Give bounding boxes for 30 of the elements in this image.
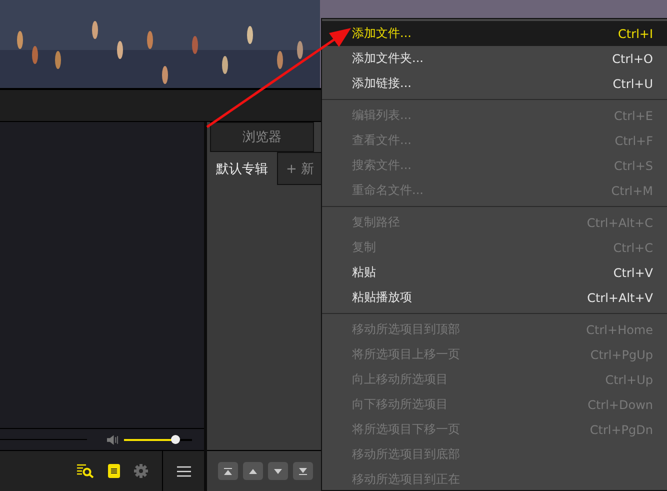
menu-icon[interactable] xyxy=(176,466,190,476)
triangle-up-icon xyxy=(249,468,257,474)
list-search-icon[interactable] xyxy=(77,464,94,478)
move-top-icon xyxy=(224,468,232,474)
volume-icon[interactable] xyxy=(106,434,118,444)
move-top-button[interactable] xyxy=(218,462,238,480)
playlist-tab[interactable]: + 新 xyxy=(277,152,324,185)
menu-item[interactable]: 添加文件... Ctrl+I xyxy=(322,21,667,46)
settings-icon[interactable] xyxy=(134,464,148,478)
move-down-button[interactable] xyxy=(268,462,288,480)
menu-item-label: 添加文件夹... xyxy=(352,50,424,67)
browser-tab[interactable]: 浏览器 xyxy=(210,122,314,152)
shortcut-label: Ctrl+O xyxy=(612,52,653,66)
move-up-button[interactable] xyxy=(243,462,263,480)
note-icon[interactable] xyxy=(108,464,120,478)
menu-item-label: 粘贴 xyxy=(352,264,376,281)
menu-item-label: 粘贴播放项 xyxy=(352,289,412,306)
triangle-down-icon xyxy=(274,468,282,474)
menu-item[interactable]: 粘贴播放项 Ctrl+Alt+V xyxy=(322,285,667,310)
shortcut-label: Ctrl+V xyxy=(613,266,653,280)
move-bottom-button[interactable] xyxy=(293,462,313,480)
menu-item[interactable]: 添加链接... Ctrl+U xyxy=(322,71,667,96)
menu-item[interactable]: 添加文件夹... Ctrl+O xyxy=(322,46,667,71)
shortcut-label: Ctrl+I xyxy=(618,26,653,40)
shortcut-label: Ctrl+Alt+V xyxy=(587,290,653,304)
shortcut-label: Ctrl+U xyxy=(612,76,653,90)
move-bottom-icon xyxy=(299,468,307,474)
menu-item-label: 添加链接... xyxy=(352,75,412,92)
menu-item-label: 添加文件... xyxy=(352,25,412,42)
menu-item[interactable]: 粘贴 Ctrl+V xyxy=(322,260,667,285)
